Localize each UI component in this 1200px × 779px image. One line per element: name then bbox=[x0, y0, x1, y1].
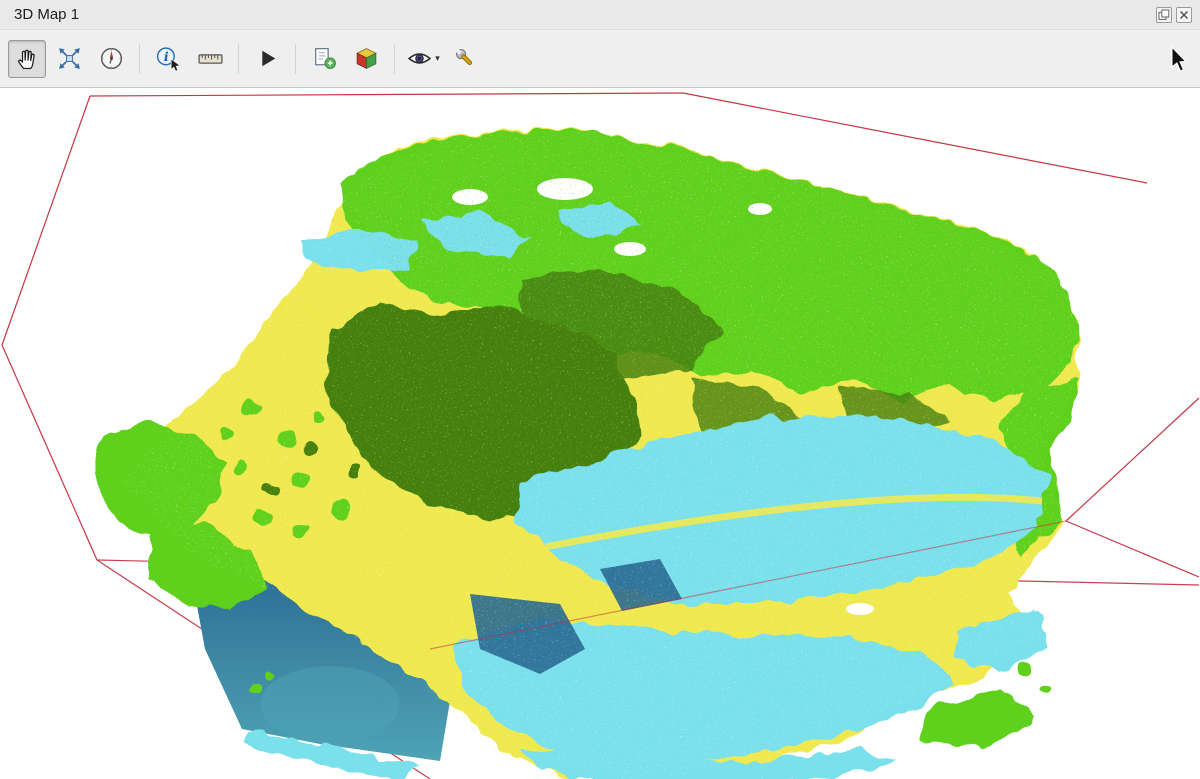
wrench-icon bbox=[452, 45, 479, 72]
3d-effects-button[interactable] bbox=[347, 40, 385, 78]
svg-text:i: i bbox=[163, 49, 168, 64]
float-window-button[interactable] bbox=[1156, 7, 1172, 23]
measure-line-button[interactable] bbox=[191, 40, 229, 78]
identify-icon: i bbox=[155, 45, 182, 72]
zoom-extent-icon bbox=[56, 45, 83, 72]
toolbar-separator bbox=[295, 44, 296, 74]
camera-view-button[interactable]: ▾ bbox=[404, 40, 442, 78]
hand-icon bbox=[14, 45, 41, 72]
float-icon bbox=[1158, 9, 1170, 21]
3d-map-window: 3D Map 1 bbox=[0, 0, 1200, 779]
animations-button[interactable] bbox=[248, 40, 286, 78]
eye-icon bbox=[406, 45, 433, 72]
titlebar: 3D Map 1 bbox=[0, 0, 1200, 30]
window-title: 3D Map 1 bbox=[14, 6, 79, 23]
toolbar-separator bbox=[139, 44, 140, 74]
cube-3d-icon bbox=[353, 45, 380, 72]
play-icon bbox=[254, 45, 281, 72]
window-controls bbox=[1156, 7, 1192, 23]
camera-rotation-button[interactable] bbox=[92, 40, 130, 78]
export-scene-button[interactable] bbox=[305, 40, 343, 78]
toolbar-separator bbox=[238, 44, 239, 74]
close-window-button[interactable] bbox=[1176, 7, 1192, 23]
export-page-icon bbox=[311, 45, 338, 72]
scene-configuration-button[interactable] bbox=[446, 40, 484, 78]
identify-button[interactable]: i bbox=[149, 40, 187, 78]
zoom-full-extent-button[interactable] bbox=[50, 40, 88, 78]
toolbar-separator bbox=[394, 44, 395, 74]
pan-camera-button[interactable] bbox=[8, 40, 46, 78]
ruler-icon bbox=[197, 45, 224, 72]
3d-viewport[interactable] bbox=[0, 89, 1200, 779]
compass-icon bbox=[98, 45, 125, 72]
toolbar: i bbox=[0, 30, 1200, 88]
vegetation-bottom-right bbox=[920, 689, 1040, 749]
3d-scene bbox=[0, 89, 1200, 779]
close-icon bbox=[1178, 9, 1190, 21]
chevron-down-icon: ▾ bbox=[435, 54, 440, 63]
